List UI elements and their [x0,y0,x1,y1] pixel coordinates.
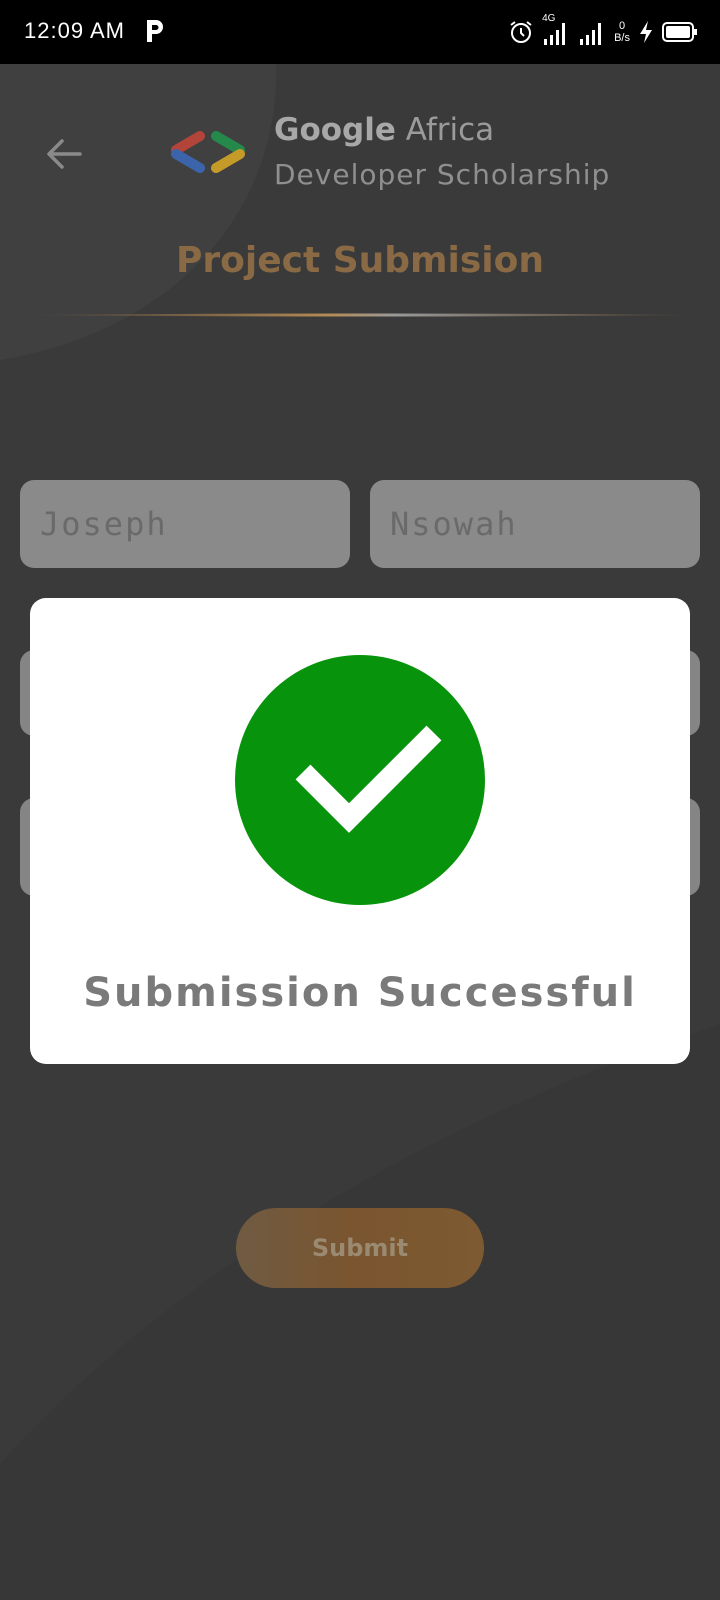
status-bar: 12:09 AM 4G 0 B/s [0,0,720,64]
net-speed-unit: B/s [614,32,630,44]
first-name-field[interactable]: Joseph [20,480,350,568]
status-icons: 4G 0 B/s [508,13,698,50]
last-name-field[interactable]: Nsowah [370,480,700,568]
dialog-message: Submission Successful [83,970,637,1016]
brand-africa: Africa [405,112,495,148]
charging-icon [640,21,652,43]
success-dialog: Submission Successful [30,598,690,1064]
title-divider [30,313,694,317]
status-time: 12:09 AM [24,18,125,43]
alarm-icon [510,21,532,43]
brand-title: Google Africa [274,112,494,148]
net-speed-value: 0 [618,20,626,32]
signal-icon: 4G [542,13,570,47]
page-title: Project Submision [175,240,544,281]
brand-subtitle: Developer Scholarship [274,158,611,191]
battery-icon [662,22,697,42]
signal-icon [580,23,602,45]
google-developers-logo [171,131,245,173]
brand-google: Google [274,112,396,148]
submit-button[interactable]: Submit [236,1208,484,1288]
back-arrow-icon[interactable] [40,130,88,178]
net-speed: 0 B/s [614,20,630,44]
app-notification-icon [147,20,163,42]
check-circle-icon [235,655,485,905]
app-header [0,64,720,364]
